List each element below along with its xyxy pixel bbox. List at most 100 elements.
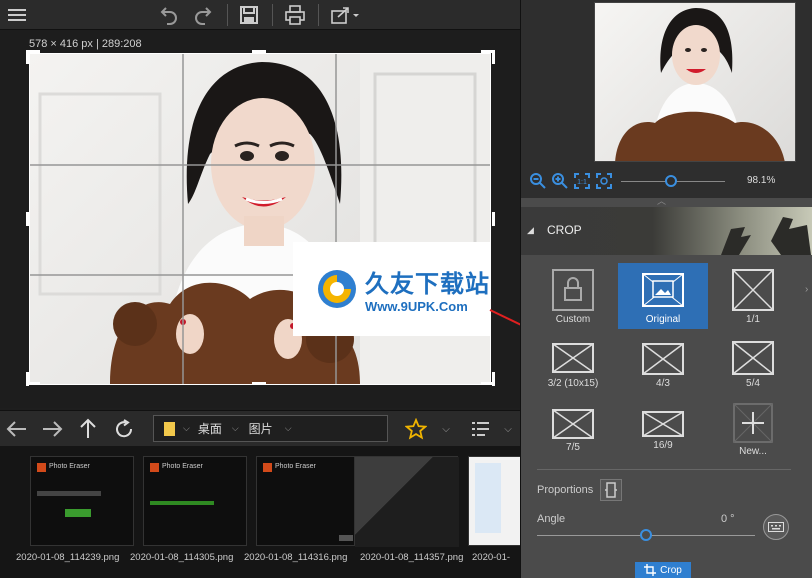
crop-preset-4-3[interactable]: 4/3 <box>618 333 708 399</box>
crop-preset-label: New... <box>739 446 767 457</box>
plus-icon <box>733 403 773 443</box>
filmstrip-thumb[interactable]: Photo Eraser 2020-01-08_114316.png <box>244 456 360 563</box>
zoom-controls: 1:1 98.1% <box>521 170 812 194</box>
crop-section-title: CROP <box>547 223 582 237</box>
crop-handle-top-right-v[interactable] <box>492 50 495 64</box>
crop-handle-top[interactable] <box>252 50 266 53</box>
crop-handle-bottom-right-v[interactable] <box>492 372 495 386</box>
filmstrip-thumb[interactable]: 2020-01- <box>468 456 520 563</box>
image-dimensions-label: 578 × 416 px | 289:208 <box>29 38 142 50</box>
crop-preset-label: 1/1 <box>746 314 760 325</box>
landscape-image-icon <box>642 273 684 307</box>
proportions-label: Proportions <box>537 484 594 496</box>
crop-preset-7-5[interactable]: 7/5 <box>528 401 618 467</box>
ratio-box-icon <box>552 343 594 373</box>
crop-presets: Custom Original 1/1 3/2 (10x15) 4/3 5/4 … <box>528 263 810 463</box>
share-icon[interactable] <box>328 3 362 27</box>
crop-preset-custom[interactable]: Custom <box>528 263 618 329</box>
thumb-filename: 2020-01-08_114316.png <box>244 552 348 563</box>
crop-icon <box>644 564 657 576</box>
ratio-box-icon <box>552 409 594 439</box>
crop-handle-left[interactable] <box>26 212 29 226</box>
crop-preset-5-4[interactable]: 5/4 <box>708 333 798 399</box>
thumb-title: Photo Eraser <box>162 463 203 470</box>
print-icon[interactable] <box>282 3 308 27</box>
collapse-chevron-icon[interactable]: ︿ <box>657 194 666 207</box>
navigator-thumbnail[interactable] <box>594 2 796 162</box>
breadcrumb-item-desktop[interactable]: 桌面 <box>198 420 222 437</box>
crop-button-label: Crop <box>660 564 682 576</box>
folder-icon <box>164 421 175 436</box>
watermark-emblem-icon <box>318 270 356 308</box>
chevron-down-icon[interactable]: ⌵ <box>232 423 239 434</box>
thumb-title: Photo Eraser <box>49 463 90 470</box>
crop-preset-16-9[interactable]: 16/9 <box>618 401 708 467</box>
collapse-triangle-icon[interactable]: ◢ <box>527 225 534 236</box>
filmstrip-thumb[interactable]: Photo Eraser 2020-01-08_114239.png <box>16 456 134 563</box>
actual-size-icon[interactable]: 1:1 <box>573 172 591 190</box>
chevron-down-icon[interactable]: ⌵ <box>494 415 522 443</box>
crop-preset-label: 3/2 (10x15) <box>547 378 599 389</box>
thumb-filename: 2020-01-08_114305.png <box>130 552 234 563</box>
crop-preset-label: Original <box>645 314 681 325</box>
breadcrumb-item-pictures[interactable]: 图片 <box>249 420 273 437</box>
portrait-orientation-icon <box>605 482 617 498</box>
zoom-slider-knob[interactable] <box>664 175 677 187</box>
crop-preset-3-2[interactable]: 3/2 (10x15) <box>528 333 618 399</box>
crop-preset-original[interactable]: Original <box>618 263 708 329</box>
navigator-panel: 1:1 98.1% ︿ <box>521 0 812 206</box>
right-panel: 1:1 98.1% ︿ ◢ CROP › Custom Original 1/1 <box>520 0 812 578</box>
crop-handle-bottom-left-v[interactable] <box>26 372 29 386</box>
crop-preset-1-1[interactable]: 1/1 <box>708 263 798 329</box>
crop-handle-bottom[interactable] <box>252 382 266 385</box>
crop-button[interactable]: Crop <box>635 562 691 578</box>
watermark-title: 久友下载站 <box>365 271 490 298</box>
ratio-box-icon <box>732 341 774 375</box>
filmstrip-thumb[interactable]: 2020-01-08_114357.png <box>354 456 463 563</box>
up-arrow-icon[interactable] <box>74 415 102 443</box>
keyboard-input-button[interactable] <box>763 514 789 540</box>
crop-handle-right[interactable] <box>492 212 495 226</box>
favorite-star-icon[interactable] <box>402 415 430 443</box>
filmstrip: Photo Eraser 2020-01-08_114239.png Photo… <box>0 446 520 578</box>
chevron-down-icon[interactable]: ⌵ <box>285 423 292 434</box>
breadcrumb[interactable]: ⌵ 桌面 ⌵ 图片 ⌵ <box>153 415 388 442</box>
watermark-subtitle: Www.9UPK.Com <box>365 299 468 314</box>
main-toolbar <box>0 0 520 30</box>
crop-section-header[interactable]: ◢ CROP <box>521 207 812 255</box>
crop-preset-label: Custom <box>555 314 591 325</box>
crop-preset-label: 16/9 <box>653 440 673 451</box>
fit-to-window-icon[interactable] <box>595 172 613 190</box>
angle-value: 0 ° <box>721 513 735 525</box>
save-icon[interactable] <box>236 3 262 27</box>
divider <box>537 469 791 470</box>
angle-slider-knob[interactable] <box>640 529 652 541</box>
redo-icon[interactable] <box>190 3 216 27</box>
crop-preset-label: 5/4 <box>746 378 760 389</box>
zoom-out-icon[interactable] <box>529 172 547 190</box>
chevron-down-icon[interactable]: ⌵ <box>432 415 460 443</box>
watermark-logo: 久友下载站 Www.9UPK.Com <box>293 242 491 336</box>
refresh-icon[interactable] <box>110 415 138 443</box>
image-canvas[interactable]: 578 × 416 px | 289:208 <box>0 30 520 408</box>
keyboard-icon <box>768 522 784 532</box>
angle-label: Angle <box>537 513 566 525</box>
thumb-title: Photo Eraser <box>275 463 316 470</box>
menu-icon[interactable] <box>4 3 30 27</box>
zoom-value: 98.1% <box>747 175 776 186</box>
zoom-in-icon[interactable] <box>551 172 569 190</box>
crop-preset-label: 7/5 <box>566 442 580 453</box>
thumb-filename: 2020-01-08_114357.png <box>360 552 464 563</box>
thumb-filename: 2020-01- <box>472 552 511 563</box>
chevron-down-icon[interactable]: ⌵ <box>183 423 190 434</box>
forward-arrow-icon[interactable] <box>38 415 66 443</box>
back-arrow-icon[interactable] <box>3 415 31 443</box>
list-view-icon[interactable] <box>468 415 496 443</box>
crop-handle-top-left-v[interactable] <box>26 50 29 64</box>
crop-preset-new[interactable]: New... <box>708 401 798 467</box>
file-nav-bar: ⌵ 桌面 ⌵ 图片 ⌵ ⌵ ⌵ <box>0 410 520 446</box>
undo-icon[interactable] <box>156 3 182 27</box>
proportions-toggle[interactable] <box>600 479 622 501</box>
svg-text:1:1: 1:1 <box>577 179 587 186</box>
filmstrip-thumb[interactable]: Photo Eraser 2020-01-08_114305.png <box>130 456 247 563</box>
